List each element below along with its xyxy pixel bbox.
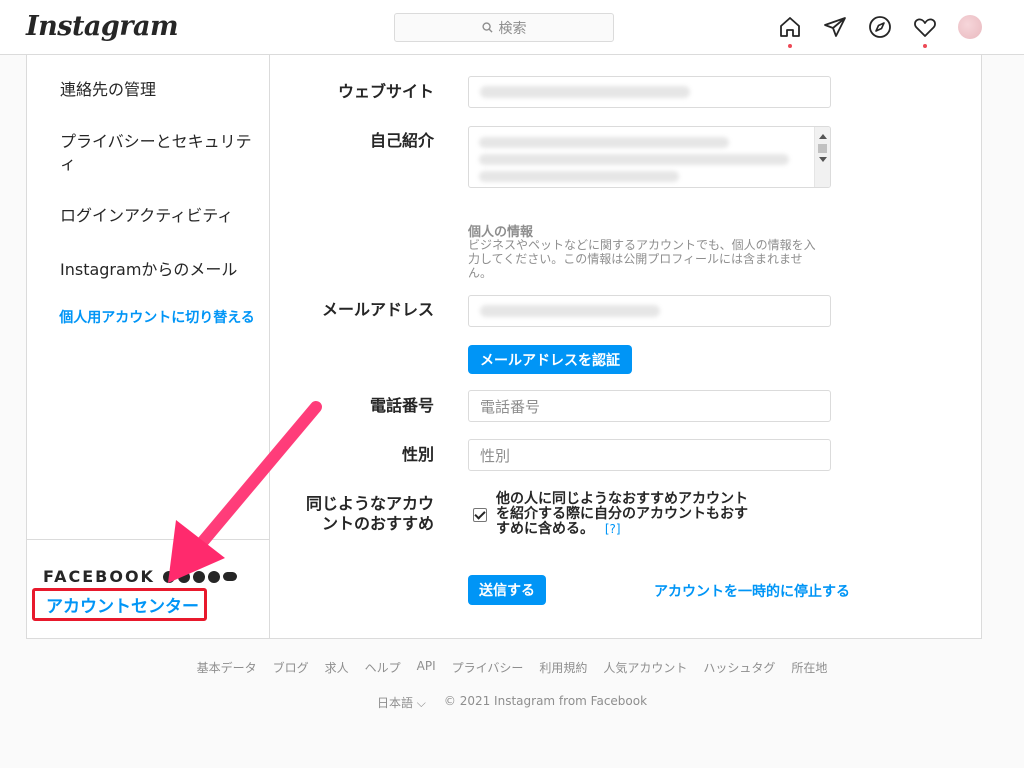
footer-link[interactable]: 基本データ [197, 659, 257, 676]
facebook-icon [162, 570, 175, 583]
home-icon[interactable] [778, 15, 802, 39]
website-label: ウェブサイト [337, 82, 434, 101]
website-value-blurred [480, 86, 690, 98]
footer-link[interactable]: ハッシュタグ [703, 659, 775, 676]
footer-links: 基本データ ブログ 求人 ヘルプ API プライバシー 利用規約 人気アカウント… [0, 659, 1024, 676]
explore-compass-icon[interactable] [868, 15, 892, 39]
bio-label: 自己紹介 [369, 131, 434, 150]
bio-textarea[interactable] [468, 126, 831, 188]
messenger-icon [177, 570, 190, 583]
personal-info-description: ビジネスやペットなどに関するアカウントでも、個人の情報を入力してください。この情… [468, 238, 816, 280]
scroll-up-arrow-icon[interactable] [819, 134, 827, 139]
email-field[interactable] [468, 295, 831, 327]
sidebar-item-privacy-security[interactable]: プライバシーとセキュリティ [60, 131, 255, 175]
profile-avatar[interactable] [958, 15, 982, 39]
bio-scrollbar[interactable] [814, 127, 830, 187]
whatsapp-icon [207, 570, 220, 583]
facebook-family-icons [162, 570, 237, 583]
settings-card: 連絡先の管理 プライバシーとセキュリティ ログインアクティビティ Instagr… [26, 55, 982, 639]
footer-bottom: 日本語 ⌵ © 2021 Instagram from Facebook [0, 694, 1024, 711]
footer-link[interactable]: 求人 [325, 659, 349, 676]
footer-link[interactable]: ブログ [273, 659, 309, 676]
settings-sidebar: 連絡先の管理 プライバシーとセキュリティ ログインアクティビティ Instagr… [27, 55, 270, 638]
footer-link[interactable]: 人気アカウント [603, 659, 687, 676]
facebook-wordmark: FACEBOOK [43, 567, 155, 586]
phone-placeholder: 電話番号 [480, 397, 541, 416]
activity-heart-icon[interactable] [913, 15, 937, 39]
instagram-icon [192, 570, 205, 583]
bio-line-1-blurred [479, 137, 729, 148]
footer-link[interactable]: ヘルプ [365, 659, 401, 676]
copyright-text: © 2021 Instagram from Facebook [443, 694, 648, 708]
footer-link[interactable]: 所在地 [791, 659, 827, 676]
gender-placeholder: 性別 [480, 446, 511, 465]
email-label: メールアドレス [321, 300, 434, 319]
instagram-logo[interactable]: Instagram [26, 11, 179, 42]
scroll-down-arrow-icon[interactable] [819, 157, 827, 162]
facebook-section: FACEBOOK アカウントセンター [27, 539, 269, 638]
similar-accounts-checkbox[interactable] [473, 508, 487, 522]
footer-link[interactable]: API [417, 659, 436, 676]
bio-line-3-blurred [479, 171, 679, 182]
email-value-blurred [480, 305, 660, 317]
submit-button[interactable]: 送信する [468, 575, 546, 605]
sidebar-item-contacts[interactable]: 連絡先の管理 [60, 79, 255, 101]
phone-label: 電話番号 [369, 396, 434, 415]
verify-email-button[interactable]: メールアドレスを認証 [468, 345, 632, 374]
direct-message-icon[interactable] [823, 15, 847, 39]
home-notification-dot [788, 44, 792, 48]
phone-field[interactable]: 電話番号 [468, 390, 831, 422]
language-select[interactable]: 日本語 ⌵ [377, 694, 426, 711]
switch-to-personal-account-link[interactable]: 個人用アカウントに切り替える [57, 309, 257, 327]
account-center-link[interactable]: アカウントセンター [32, 588, 207, 621]
sidebar-item-login-activity[interactable]: ログインアクティビティ [60, 205, 255, 227]
oculus-icon [222, 572, 237, 581]
language-label: 日本語 [376, 696, 413, 710]
scroll-thumb[interactable] [818, 144, 827, 153]
bio-line-2-blurred [479, 154, 789, 165]
help-link[interactable]: [?] [605, 522, 621, 536]
gender-label: 性別 [401, 445, 434, 464]
similar-accounts-text: 他の人に同じようなおすすめアカウントを紹介する際に自分のアカウントもおすすめに含… [496, 491, 748, 537]
facebook-brand-row: FACEBOOK [43, 567, 237, 586]
website-field[interactable] [468, 76, 831, 108]
footer-link[interactable]: 利用規約 [539, 659, 587, 676]
search-icon [481, 22, 493, 33]
activity-notification-dot [923, 44, 927, 48]
search-input[interactable]: 検索 [394, 13, 614, 42]
sidebar-item-emails[interactable]: Instagramからのメール [60, 259, 255, 281]
similar-accounts-label: 同じようなアカウントのおすすめ [305, 494, 434, 533]
chevron-down-icon: ⌵ [416, 696, 426, 710]
gender-field[interactable]: 性別 [468, 439, 831, 471]
top-navigation-bar: Instagram 検索 [0, 0, 1024, 55]
deactivate-account-link[interactable]: アカウントを一時的に停止する [654, 581, 850, 601]
similar-accounts-description: 他の人に同じようなおすすめアカウントを紹介する際に自分のアカウントもおすすめに含… [496, 492, 761, 537]
footer-link[interactable]: プライバシー [452, 659, 524, 676]
search-placeholder: 検索 [498, 20, 527, 37]
